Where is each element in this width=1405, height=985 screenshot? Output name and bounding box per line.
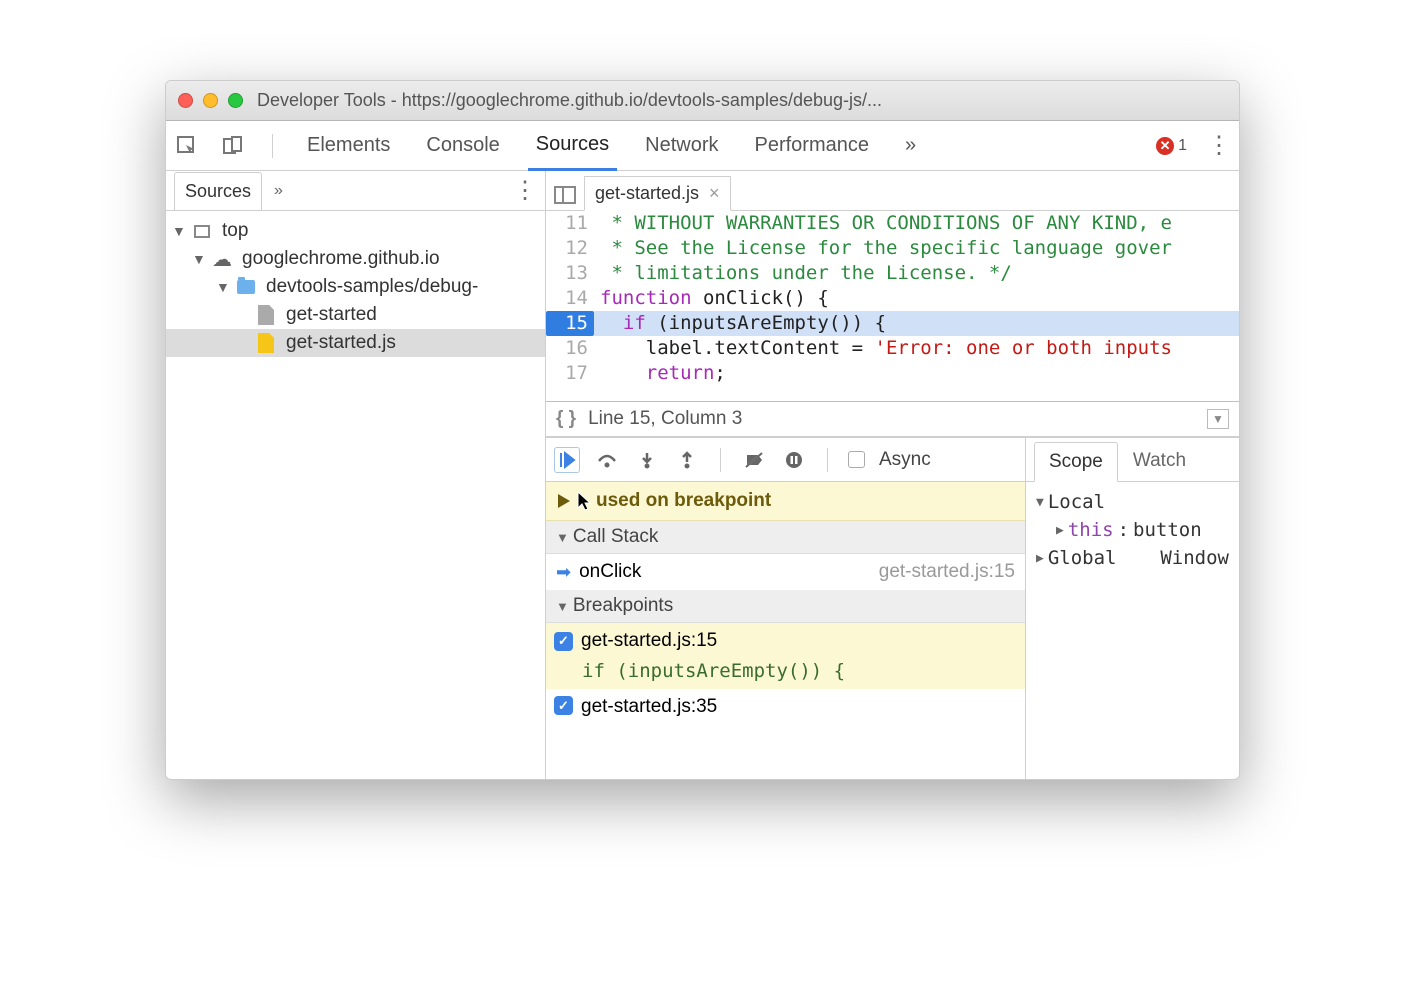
devtools-window: Developer Tools - https://googlechrome.g… <box>165 80 1240 780</box>
scope-local[interactable]: ▼Local <box>1036 488 1229 516</box>
subtabs-overflow[interactable]: » <box>262 182 295 200</box>
async-label: Async <box>879 449 931 471</box>
breakpoint-code: if (inputsAreEmpty()) { <box>582 660 845 682</box>
pretty-print-icon[interactable]: { } <box>556 408 576 430</box>
scope-global-value: Window <box>1160 547 1229 569</box>
scope-global[interactable]: ▶ Global Window <box>1036 544 1229 572</box>
breakpoint-label: get-started.js:35 <box>581 696 717 718</box>
paused-text: used on breakpoint <box>596 490 771 512</box>
breakpoint-checkbox[interactable]: ✓ <box>554 632 573 651</box>
tree-node-top[interactable]: ▼ top <box>166 217 545 245</box>
frame-icon <box>194 225 210 238</box>
callstack-frame[interactable]: ➡ onClick get-started.js:15 <box>546 554 1025 590</box>
callstack-header[interactable]: ▼Call Stack <box>546 521 1025 554</box>
breakpoints-header[interactable]: ▼Breakpoints <box>546 590 1025 623</box>
tree-label: get-started.js <box>286 332 396 354</box>
cloud-icon: ☁ <box>212 249 232 269</box>
tree-node-file[interactable]: get-started <box>166 301 545 329</box>
statusbar-dropdown-icon[interactable]: ▼ <box>1207 409 1229 429</box>
window-title: Developer Tools - https://googlechrome.g… <box>257 90 882 111</box>
inspect-element-icon[interactable] <box>174 133 200 159</box>
step-out-button[interactable] <box>674 447 700 473</box>
window-titlebar: Developer Tools - https://googlechrome.g… <box>166 81 1239 121</box>
debugger-toolbar: Async <box>546 438 1025 482</box>
tree-label: devtools-samples/debug- <box>266 276 478 298</box>
window-zoom-button[interactable] <box>228 93 243 108</box>
cursor-icon <box>576 490 592 512</box>
tree-node-folder[interactable]: ▼ devtools-samples/debug- <box>166 273 545 301</box>
tab-console[interactable]: Console <box>418 122 507 169</box>
tab-elements[interactable]: Elements <box>299 122 398 169</box>
document-icon <box>258 305 274 325</box>
step-into-button[interactable] <box>634 447 660 473</box>
breakpoint-label: get-started.js:15 <box>581 630 717 652</box>
stack-function: onClick <box>579 561 641 583</box>
scope-panel: Scope Watch ▼Local ▶ this: button ▶ Glob… <box>1026 438 1239 779</box>
show-navigator-icon[interactable] <box>554 186 576 204</box>
window-close-button[interactable] <box>178 93 193 108</box>
current-frame-icon: ➡ <box>556 562 571 583</box>
resume-button[interactable] <box>554 447 580 473</box>
main-menu-icon[interactable]: ⋮ <box>1207 131 1231 160</box>
step-over-button[interactable] <box>594 447 620 473</box>
main-tabstrip: Elements Console Sources Network Perform… <box>166 121 1239 171</box>
close-tab-icon[interactable]: × <box>709 183 720 204</box>
tree-node-domain[interactable]: ▼☁ googlechrome.github.io <box>166 245 545 273</box>
tab-sources[interactable]: Sources <box>528 121 617 171</box>
tab-scope[interactable]: Scope <box>1034 442 1118 482</box>
breakpoint-item-active[interactable]: ✓ get-started.js:15 if (inputsAreEmpty()… <box>546 623 1025 689</box>
navigator-menu-icon[interactable]: ⋮ <box>513 176 537 205</box>
error-badge[interactable]: ✕ 1 <box>1156 137 1187 155</box>
scope-this[interactable]: ▶ this: button <box>1036 516 1229 544</box>
tab-network[interactable]: Network <box>637 122 726 169</box>
tab-watch[interactable]: Watch <box>1118 441 1201 481</box>
editor-tab-label: get-started.js <box>595 183 699 204</box>
toggle-device-icon[interactable] <box>220 133 246 159</box>
async-checkbox[interactable] <box>848 451 865 468</box>
cursor-position: Line 15, Column 3 <box>588 408 742 430</box>
tree-label: get-started <box>286 304 377 326</box>
tree-node-file-selected[interactable]: get-started.js <box>166 329 545 357</box>
play-icon <box>556 492 572 510</box>
editor-statusbar: { } Line 15, Column 3 ▼ <box>546 401 1239 437</box>
folder-icon <box>237 280 255 294</box>
file-tree: ▼ top ▼☁ googlechrome.github.io ▼ devtoo… <box>166 211 545 363</box>
script-icon <box>258 333 274 353</box>
navigator-panel: Sources » ⋮ ▼ top ▼☁ googlechrome.github… <box>166 171 546 779</box>
tabs-overflow[interactable]: » <box>897 122 924 169</box>
breakpoint-checkbox[interactable]: ✓ <box>554 696 573 715</box>
editor-tab[interactable]: get-started.js × <box>584 176 731 211</box>
sources-subtab[interactable]: Sources <box>174 172 262 210</box>
code-editor[interactable]: 11 * WITHOUT WARRANTIES OR CONDITIONS OF… <box>546 211 1239 401</box>
pause-on-exceptions-button[interactable] <box>781 447 807 473</box>
debugger-left-pane: Async used on breakpoint ▼Call Stack ➡ o… <box>546 438 1026 779</box>
tab-performance[interactable]: Performance <box>747 122 878 169</box>
error-count: 1 <box>1178 137 1187 155</box>
breakpoint-item[interactable]: ✓ get-started.js:35 <box>546 689 1025 725</box>
paused-banner: used on breakpoint <box>546 482 1025 521</box>
stack-location: get-started.js:15 <box>879 561 1015 583</box>
error-icon: ✕ <box>1156 137 1174 155</box>
tree-label: googlechrome.github.io <box>242 248 440 270</box>
tree-label: top <box>222 220 248 242</box>
window-minimize-button[interactable] <box>203 93 218 108</box>
deactivate-breakpoints-button[interactable] <box>741 447 767 473</box>
